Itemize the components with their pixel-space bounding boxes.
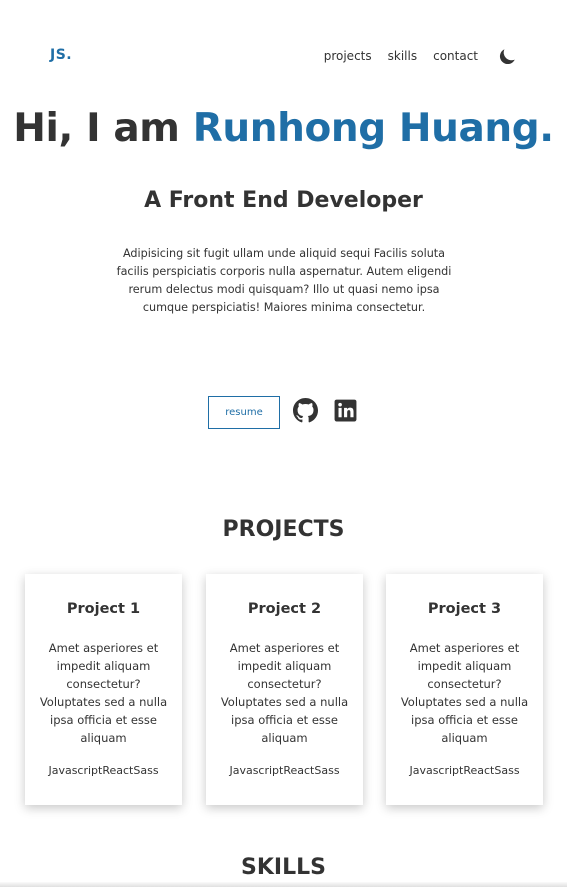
nav-link-skills[interactable]: skills — [388, 49, 417, 63]
moon-icon[interactable] — [496, 46, 518, 68]
linkedin-icon[interactable] — [333, 398, 358, 423]
project-card[interactable]: Project 2 Amet asperiores et impedit ali… — [206, 574, 363, 805]
project-card[interactable]: Project 3 Amet asperiores et impedit ali… — [386, 574, 543, 805]
project-stack: JavascriptReactSass — [409, 764, 520, 777]
skills-heading: SKILLS — [241, 855, 326, 880]
hero-title: Hi, I am Runhong Huang. — [0, 106, 567, 151]
hero-subtitle: A Front End Developer — [144, 188, 423, 213]
hero-links: resume — [0, 396, 567, 430]
github-icon[interactable] — [293, 398, 318, 423]
project-title: Project 3 — [427, 601, 502, 617]
project-card[interactable]: Project 1 Amet asperiores et impedit ali… — [25, 574, 182, 805]
project-title: Project 2 — [247, 601, 322, 617]
project-description: Amet asperiores et impedit aliquam conse… — [220, 641, 349, 745]
bottom-divider — [0, 882, 567, 887]
site-logo[interactable]: JS. — [50, 47, 72, 63]
hero-greeting: Hi, I am — [13, 106, 193, 151]
navbar: JS. projects skills contact — [0, 0, 567, 110]
nav-link-contact[interactable]: contact — [433, 49, 478, 63]
nav-links: projects skills contact — [324, 49, 478, 63]
project-stack: JavascriptReactSass — [48, 764, 159, 777]
projects-heading: PROJECTS — [222, 517, 345, 542]
resume-button[interactable]: resume — [208, 396, 280, 429]
project-description: Amet asperiores et impedit aliquam conse… — [400, 641, 529, 745]
project-stack: JavascriptReactSass — [229, 764, 340, 777]
project-description: Amet asperiores et impedit aliquam conse… — [39, 641, 168, 745]
nav-link-projects[interactable]: projects — [324, 49, 372, 63]
hero-name: Runhong Huang. — [192, 106, 554, 151]
hero-intro: Adipisicing sit fugit ullam unde aliquid… — [116, 247, 452, 314]
project-cards: Project 1 Amet asperiores et impedit ali… — [25, 574, 543, 805]
project-title: Project 1 — [66, 601, 141, 617]
